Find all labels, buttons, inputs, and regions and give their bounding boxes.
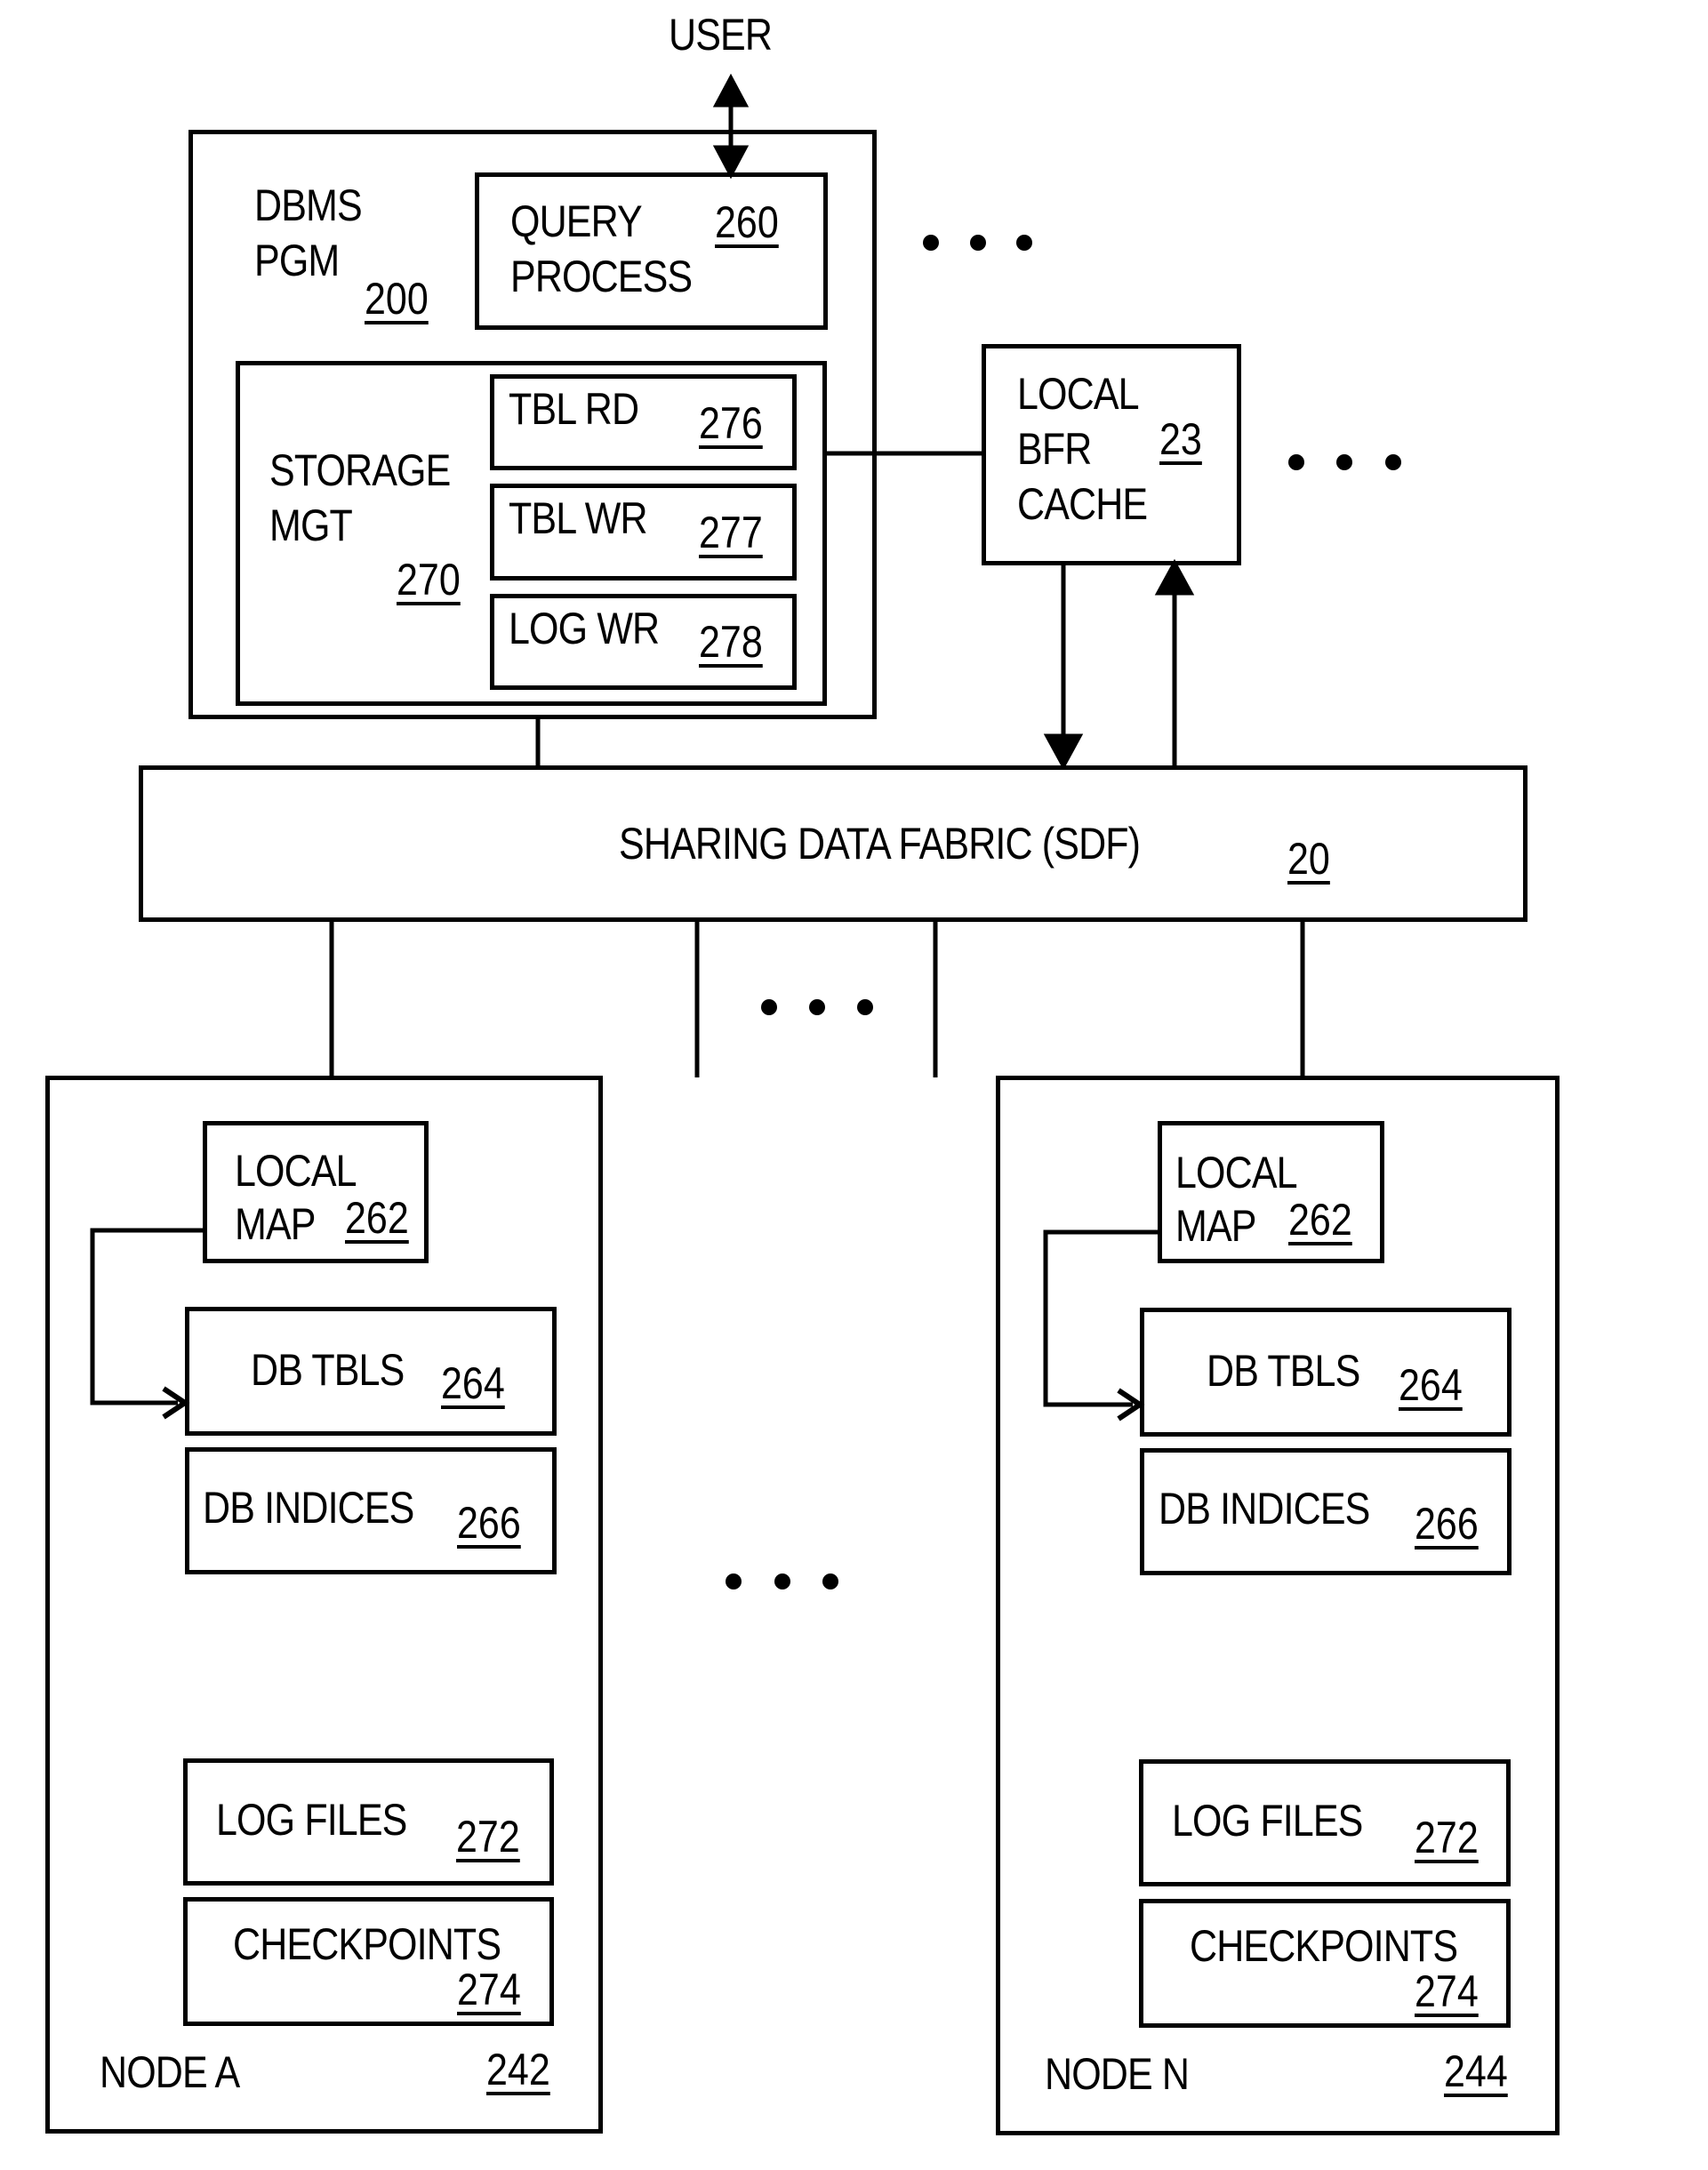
log-wr-label: LOG WR — [509, 604, 660, 653]
tbl-rd-ref: 276 — [699, 398, 763, 448]
tbl-wr-ref: 277 — [699, 508, 763, 557]
user-label: USER — [669, 10, 773, 60]
node-n-local-map-ref: 262 — [1288, 1195, 1352, 1245]
node-a-log-files-label: LOG FILES — [216, 1795, 407, 1845]
user-arrowhead-up — [712, 73, 750, 108]
node-n-log-files-label: LOG FILES — [1172, 1796, 1363, 1846]
sdf-label: SHARING DATA FABRIC (SDF) — [619, 819, 1141, 869]
cache-ref: 23 — [1159, 414, 1202, 464]
node-a-local-map-line2: MAP — [235, 1199, 316, 1249]
node-n-checkpoints-label: CHECKPOINTS — [1190, 1921, 1458, 1971]
storage-mgt-label-line2: MGT — [269, 500, 353, 550]
node-a-db-indices-ref: 266 — [457, 1498, 521, 1548]
tbl-wr-label: TBL WR — [509, 493, 648, 543]
node-n-checkpoints-ref: 274 — [1415, 1966, 1479, 2016]
query-process-ref: 260 — [715, 197, 779, 247]
node-a-db-indices-label: DB INDICES — [203, 1483, 414, 1533]
node-n-db-tables-label: DB TBLS — [1207, 1346, 1360, 1396]
node-n-label: NODE N — [1045, 2049, 1190, 2099]
node-a-ref: 242 — [486, 2045, 550, 2094]
node-a-log-files-ref: 272 — [456, 1812, 520, 1862]
cache-label-line3: CACHE — [1017, 479, 1148, 529]
sdf-to-cache-arrowhead — [1154, 558, 1195, 596]
cache-to-sdf-arrowhead — [1043, 733, 1084, 771]
node-a-local-map-ref: 262 — [345, 1193, 409, 1243]
node-a-label: NODE A — [100, 2047, 240, 2097]
node-a-checkpoints-label: CHECKPOINTS — [233, 1919, 501, 1969]
node-n-local-map-line2: MAP — [1175, 1201, 1256, 1251]
sdf-ref: 20 — [1287, 834, 1330, 884]
cache-label-line1: LOCAL — [1017, 369, 1140, 419]
node-n-ref: 244 — [1444, 2046, 1508, 2096]
node-a-local-map-line1: LOCAL — [235, 1146, 357, 1196]
storage-mgt-ref: 270 — [397, 555, 461, 605]
node-n-db-indices-label: DB INDICES — [1159, 1484, 1370, 1533]
query-process-label-line2: PROCESS — [510, 252, 693, 301]
node-n-db-indices-ref: 266 — [1415, 1499, 1479, 1549]
storage-mgt-label-line1: STORAGE — [269, 445, 451, 495]
node-n-db-tables-ref: 264 — [1399, 1360, 1463, 1410]
node-a-checkpoints-ref: 274 — [457, 1965, 521, 2014]
log-wr-ref: 278 — [699, 617, 763, 667]
dbms-ref: 200 — [365, 274, 429, 324]
node-n-local-map-line1: LOCAL — [1175, 1148, 1298, 1197]
cache-label-line2: BFR — [1017, 424, 1092, 474]
tbl-rd-label: TBL RD — [509, 384, 639, 434]
query-process-label-line1: QUERY — [510, 196, 643, 246]
dbms-label-line1: DBMS — [254, 180, 363, 230]
node-n-log-files-ref: 272 — [1415, 1813, 1479, 1862]
dbms-architecture-diagram: USER DBMS PGM 200 QUERY PROCESS 260 STOR… — [0, 0, 1708, 2170]
node-a-db-tables-label: DB TBLS — [251, 1345, 405, 1395]
dbms-label-line2: PGM — [254, 236, 340, 285]
node-a-db-tables-ref: 264 — [441, 1358, 505, 1408]
